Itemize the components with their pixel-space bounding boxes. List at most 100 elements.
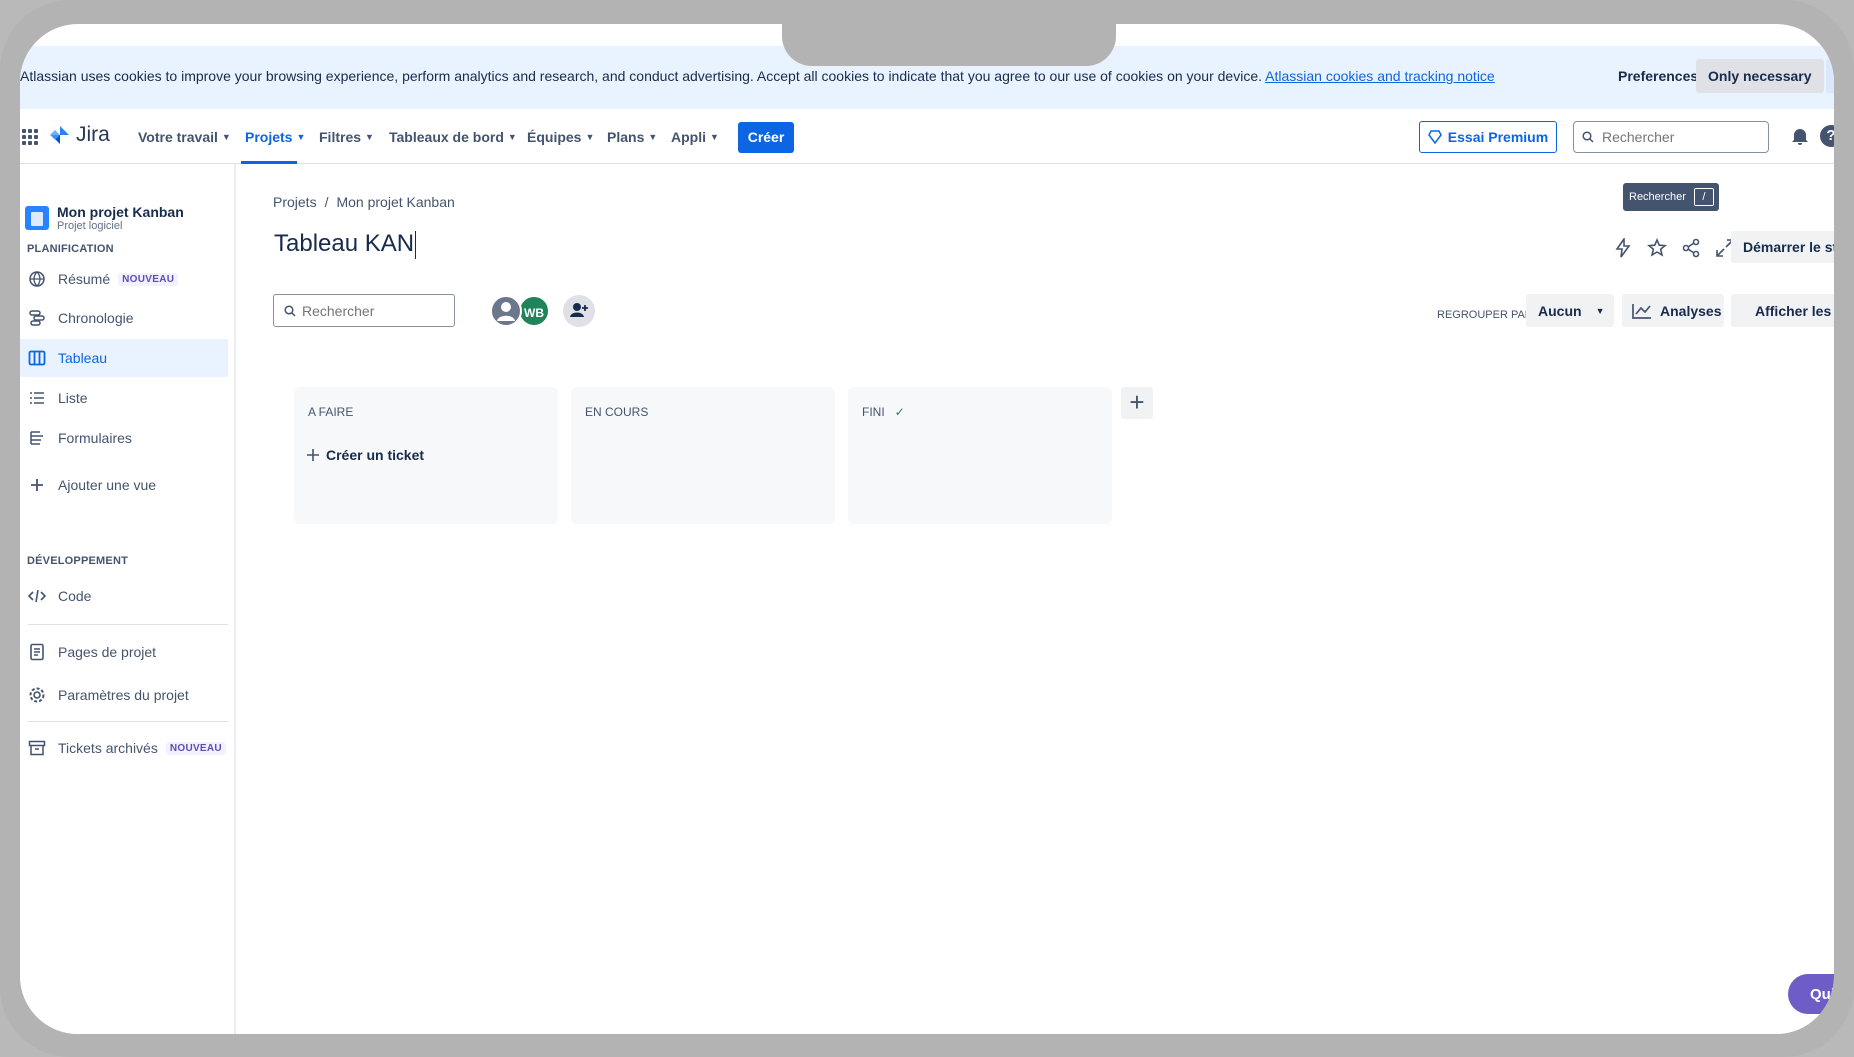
chart-icon [1632,303,1651,319]
add-people-button[interactable] [563,295,595,327]
cookie-only-necessary-button[interactable]: Only necessary [1696,59,1824,93]
jira-logo[interactable]: Jira [50,123,110,147]
column-title: A FAIRE [308,405,354,419]
code-icon [28,589,46,603]
forms-icon [30,431,43,445]
jira-logo-text: Jira [76,123,110,146]
global-search-input[interactable] [1602,129,1742,145]
sidebar-divider [28,721,228,722]
nav-equipes[interactable]: Équipes ▼ [527,129,594,145]
avatar-unassigned[interactable] [490,295,522,327]
analyses-button[interactable]: Analyses [1622,294,1724,327]
group-by-select[interactable]: Aucun ▼ [1526,294,1614,327]
sidebar-item-chronologie[interactable]: Chronologie [20,299,228,337]
star-icon[interactable] [1647,238,1667,258]
shortcut-key: / [1693,188,1714,206]
view-settings-button[interactable]: Afficher les paramètres [1731,294,1834,327]
gear-icon [29,687,45,703]
sidebar-item-tableau[interactable]: Tableau [20,339,228,377]
add-person-icon [570,303,588,317]
global-search[interactable] [1573,121,1769,153]
sidebar-item-formulaires[interactable]: Formulaires [20,419,228,457]
avatar[interactable]: WB [518,295,550,327]
search-tooltip: Rechercher / [1623,183,1719,211]
cookie-notice-link[interactable]: Atlassian cookies and tracking notice [1265,68,1495,84]
nav-votre-travail[interactable]: Votre travail ▼ [138,129,231,145]
chevron-down-icon: ▼ [296,132,306,142]
nav-filtres[interactable]: Filtres ▼ [319,129,374,145]
page-icon [30,643,44,661]
top-navigation: Jira Votre travail ▼ Projets ▼ Filtres ▼ Ta… [20,109,1834,164]
start-standup-button[interactable]: Démarrer le standup [1731,231,1834,263]
project-header[interactable]: Mon projet Kanban Projet logiciel [25,204,184,232]
chevron-down-icon: ▼ [221,132,231,142]
share-icon[interactable] [1681,238,1701,258]
sidebar-divider [28,624,228,625]
breadcrumb-project[interactable]: Mon projet Kanban [336,194,454,210]
board-search-input[interactable] [302,302,452,319]
new-badge: NOUVEAU [118,272,179,286]
chevron-down-icon: ▼ [365,132,374,142]
sidebar-item-project-pages[interactable]: Pages de projet [20,633,228,671]
breadcrumb: Projets / Mon projet Kanban [273,194,455,210]
column-todo[interactable]: A FAIRE Créer un ticket [294,387,558,524]
text-cursor [415,230,417,259]
create-ticket-button[interactable]: Créer un ticket [306,447,424,463]
globe-icon [29,271,45,287]
board-icon [28,350,46,366]
screen: Atlassian uses cookies to improve your b… [20,24,1834,1034]
board-main: Projets / Mon projet Kanban Tableau KAN … [236,164,1834,1034]
plus-icon [31,479,43,491]
notifications-bell-icon[interactable] [1790,126,1810,146]
nav-projets[interactable]: Projets ▼ [245,129,305,145]
device-notch [782,24,1116,66]
board-title[interactable]: Tableau KAN [274,230,417,259]
dev-section-title: DÉVELOPPEMENT [27,555,129,567]
timeline-icon [29,310,45,326]
nav-appli[interactable]: Appli ▼ [671,129,719,145]
app-switcher-icon[interactable] [22,129,38,145]
group-by-label: REGROUPER PAR [1437,309,1533,321]
sidebar-item-archived[interactable]: Tickets archivés NOUVEAU [20,729,228,767]
chevron-down-icon: ▼ [710,132,719,142]
search-icon [1582,131,1594,143]
nav-plans[interactable]: Plans ▼ [607,129,657,145]
chevron-down-icon: ▼ [1595,305,1605,316]
help-icon[interactable]: ? [1820,125,1834,147]
user-icon [497,302,515,321]
list-icon [30,392,44,404]
check-icon: ✓ [894,405,905,419]
chevron-down-icon: ▼ [507,132,517,142]
sidebar-item-code[interactable]: Code [20,577,228,615]
project-name: Mon projet Kanban [57,204,184,220]
sidebar-item-project-settings[interactable]: Paramètres du projet [20,676,228,714]
search-icon [284,304,296,317]
breadcrumb-separator: / [324,194,329,210]
breadcrumb-projects[interactable]: Projets [273,194,317,210]
cookie-accept-all-button[interactable] [1826,59,1834,93]
cookie-message: Atlassian uses cookies to improve your b… [20,68,1495,84]
nav-tableaux-de-bord[interactable]: Tableaux de bord ▼ [389,129,517,145]
create-button[interactable]: Créer [738,122,794,153]
column-done[interactable]: FINI ✓ [848,387,1112,524]
column-title: EN COURS [585,405,649,419]
planning-section-title: PLANIFICATION [27,243,114,255]
add-column-button[interactable]: + [1121,387,1153,419]
chevron-down-icon: ▼ [585,132,595,142]
sidebar-item-liste[interactable]: Liste [20,379,228,417]
board-search[interactable] [273,294,455,327]
column-in-progress[interactable]: EN COURS [571,387,835,524]
diamond-icon [1427,130,1442,144]
sidebar-add-view[interactable]: Ajouter une vue [20,466,228,504]
archive-icon [28,740,46,756]
sidebar-item-resume[interactable]: Résumé NOUVEAU [20,260,228,298]
project-sidebar: Mon projet Kanban Projet logiciel PLANIF… [20,164,236,1034]
cookie-preferences-button[interactable]: Preferences [1606,59,1710,93]
jira-logo-icon [50,126,69,144]
quickstart-button[interactable]: Quickstart [1788,974,1834,1014]
premium-trial-button[interactable]: Essai Premium [1419,121,1557,153]
project-avatar-icon [25,206,49,230]
chevron-down-icon: ▼ [648,132,658,142]
lightning-icon[interactable] [1613,238,1633,258]
new-badge: NOUVEAU [165,741,226,755]
